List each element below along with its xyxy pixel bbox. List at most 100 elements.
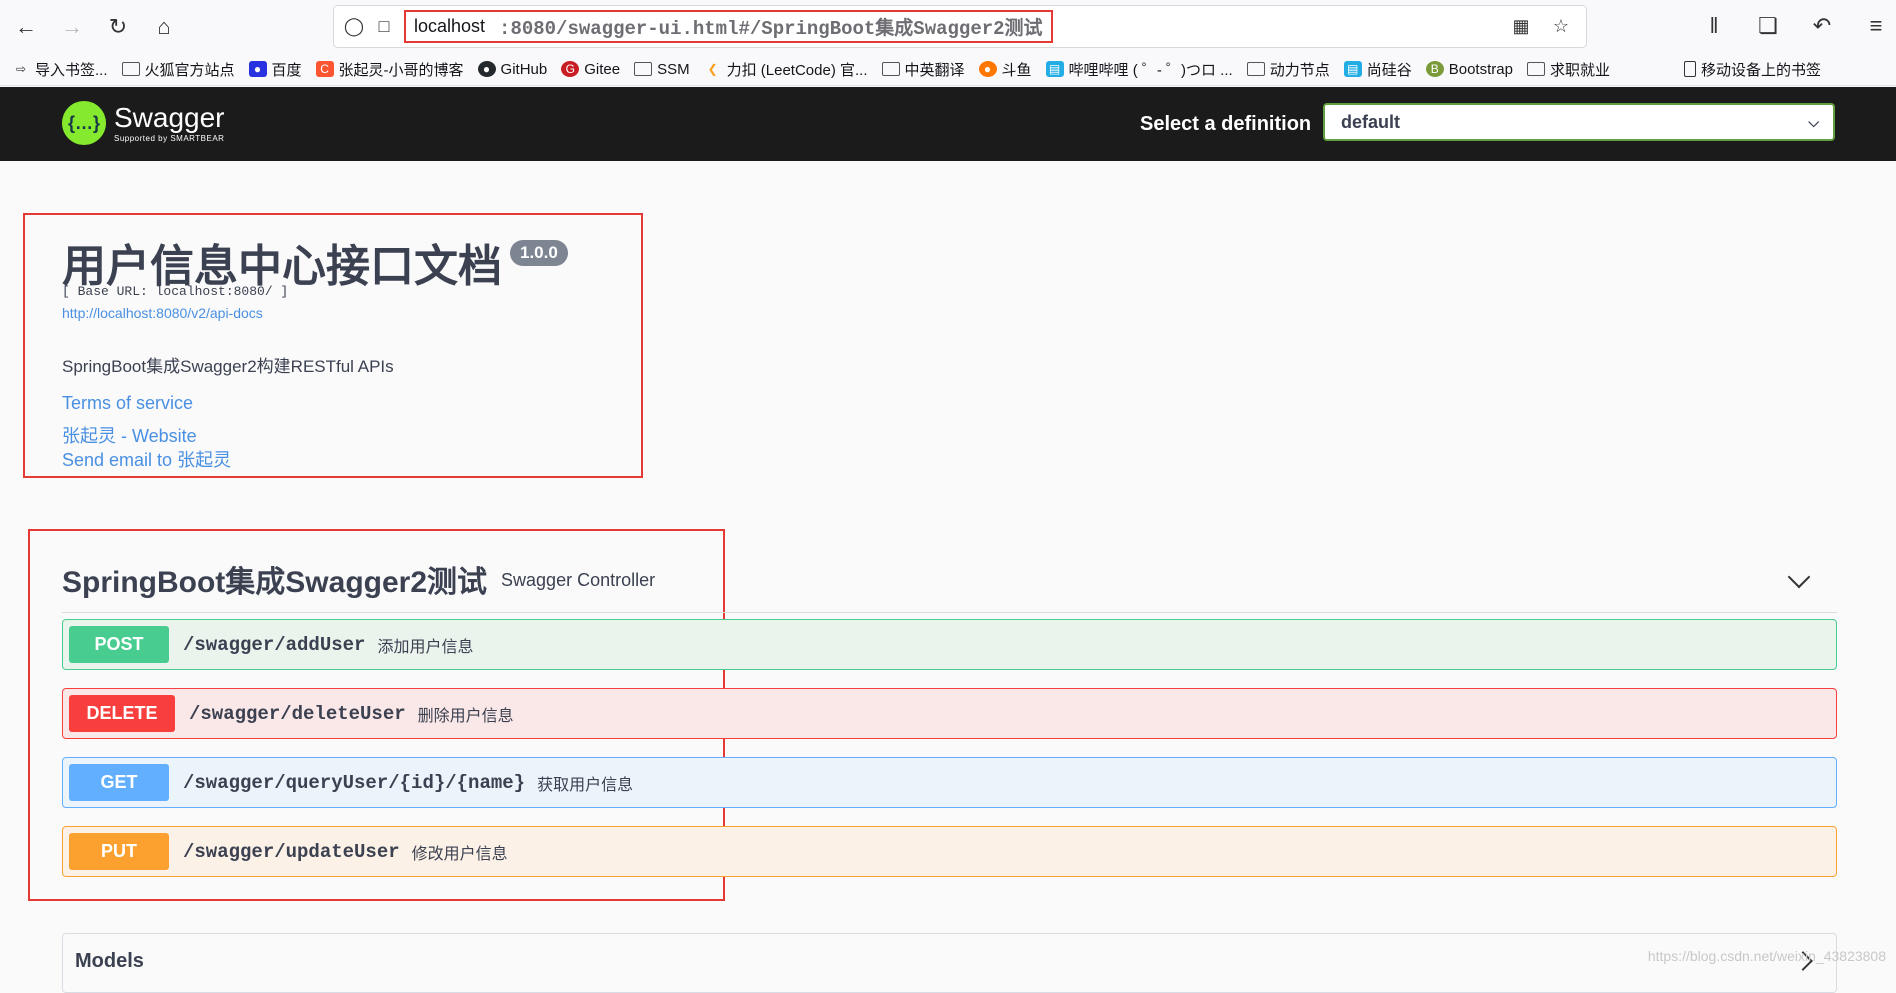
leetcode-icon: ❮	[707, 62, 718, 76]
address-bar[interactable]: ◯ □ localhost:8080/swagger-ui.html#/Spri…	[334, 6, 1586, 47]
back-arrow-icon[interactable]: ←	[6, 7, 46, 47]
library-icon[interactable]: ‖	[1694, 6, 1734, 46]
bookmark-label: SSM	[657, 60, 690, 78]
bookmark-item[interactable]: C 张起灵-小哥的博客	[315, 59, 464, 80]
version-badge: 1.0.0	[510, 240, 568, 266]
bookmark-label: 哔哩哔哩 ( ゜- ゜)つロ ...	[1068, 61, 1233, 79]
bookmark-item[interactable]: SSM	[634, 61, 690, 78]
bootstrap-icon: B	[1425, 61, 1444, 77]
operation-put-updateuser[interactable]: PUT /swagger/updateUser 修改用户信息	[62, 826, 1837, 877]
bilibili-icon: ▤	[1343, 61, 1362, 77]
watermark: https://blog.csdn.net/weixin_43823808	[1647, 948, 1886, 964]
bookmark-label: GitHub	[500, 60, 548, 78]
api-docs-link[interactable]: http://localhost:8080/v2/api-docs	[62, 305, 263, 321]
method-badge: POST	[69, 626, 169, 663]
bookmark-label: 火狐官方站点	[144, 61, 235, 79]
shield-icon[interactable]: ◯	[339, 11, 369, 41]
method-badge: GET	[69, 764, 169, 801]
operation-path: /swagger/addUser	[183, 633, 366, 656]
github-icon: ●	[477, 61, 496, 77]
models-title: Models	[75, 950, 144, 972]
url-text[interactable]: localhost:8080/swagger-ui.html#/SpringBo…	[404, 10, 1053, 43]
bookmark-item[interactable]: ● 百度	[248, 59, 302, 80]
bookmark-label: Bootstrap	[1448, 60, 1513, 78]
bookmark-item[interactable]: ● GitHub	[477, 60, 548, 78]
models-section[interactable]: Models	[62, 933, 1837, 993]
csdn-icon: C	[315, 61, 334, 77]
swagger-logo[interactable]: {…} Swagger Supported by SMARTBEAR	[62, 101, 225, 145]
operation-summary: 修改用户信息	[411, 845, 508, 863]
terms-of-service-link[interactable]: Terms of service	[62, 393, 193, 414]
method-badge: PUT	[69, 833, 169, 870]
bookmark-item[interactable]: G Gitee	[561, 61, 620, 78]
tag-name: SpringBoot集成Swagger2测试	[62, 565, 488, 599]
bookmark-label: 斗鱼	[1001, 61, 1032, 79]
bookmark-item[interactable]: B Bootstrap	[1425, 60, 1513, 78]
folder-icon	[1526, 62, 1545, 76]
qr-code-icon[interactable]: ▦	[1506, 11, 1536, 41]
operation-summary: 获取用户信息	[537, 776, 634, 794]
crop-icon[interactable]: ❏	[1748, 6, 1788, 46]
website-link[interactable]: 张起灵 - Website	[62, 422, 197, 448]
page-icon[interactable]: □	[369, 11, 399, 41]
bookmark-label: 张起灵-小哥的博客	[338, 61, 464, 79]
url-host: localhost	[414, 16, 486, 36]
chevron-down-icon[interactable]	[1787, 565, 1811, 589]
bookmark-item[interactable]: ▤ 尚硅谷	[1343, 59, 1412, 80]
bookmark-item[interactable]: ❮ 力扣 (LeetCode) 官...	[704, 59, 868, 80]
douyu-icon: ●	[978, 61, 997, 77]
tag-header[interactable]: SpringBoot集成Swagger2测试 Swagger Controlle…	[62, 545, 1837, 613]
base-url: [ Base URL: localhost:8080/ ]	[62, 284, 289, 299]
bookmark-item[interactable]: 求职就业	[1526, 59, 1610, 80]
bookmark-item[interactable]: 移动设备上的书签	[1683, 59, 1821, 80]
gitee-icon: G	[561, 61, 580, 77]
reload-icon[interactable]: ↻	[98, 7, 138, 47]
bookmark-label: 力扣 (LeetCode) 官...	[726, 61, 868, 79]
logo-subtitle: Supported by SMARTBEAR	[114, 133, 225, 143]
menu-icon[interactable]: ≡	[1856, 6, 1896, 46]
forward-arrow-icon[interactable]: →	[52, 7, 92, 47]
email-link[interactable]: Send email to 张起灵	[62, 446, 231, 472]
bookmark-item[interactable]: 火狐官方站点	[121, 59, 235, 80]
star-icon[interactable]: ☆	[1546, 11, 1576, 41]
logo-text: Swagger	[114, 101, 225, 133]
definition-select-value: default	[1341, 111, 1401, 132]
info-description: SpringBoot集成Swagger2构建RESTful APIs	[62, 357, 394, 376]
import-icon: ⇨	[15, 62, 27, 76]
bookmark-label: 百度	[271, 61, 302, 79]
folder-icon	[881, 62, 900, 76]
select-definition-label: Select a definition	[1140, 113, 1312, 135]
tag-description: Swagger Controller	[501, 570, 656, 590]
bookmark-item[interactable]: 中英翻译	[881, 59, 965, 80]
baidu-icon: ●	[248, 61, 267, 77]
bookmark-label: 求职就业	[1549, 61, 1610, 79]
method-badge: DELETE	[69, 695, 175, 732]
bookmark-label: 移动设备上的书签	[1700, 61, 1821, 79]
definition-select[interactable]: default ⌵	[1323, 103, 1835, 141]
bookmark-item[interactable]: ● 斗鱼	[978, 59, 1032, 80]
folder-icon	[634, 62, 653, 76]
swagger-logo-icon: {…}	[62, 101, 106, 145]
folder-icon	[121, 62, 140, 76]
operation-path: /swagger/deleteUser	[189, 702, 406, 725]
bookmark-label: Gitee	[584, 60, 621, 78]
home-icon[interactable]: ⌂	[144, 7, 184, 47]
bookmark-item[interactable]: ▤ 哔哩哔哩 ( ゜- ゜)つロ ...	[1045, 59, 1233, 80]
chevron-down-icon: ⌵	[1808, 113, 1819, 130]
operation-path: /swagger/updateUser	[183, 840, 400, 863]
bilibili-icon: ▤	[1045, 61, 1064, 77]
bookmark-item[interactable]: 动力节点	[1246, 59, 1330, 80]
operation-post-adduser[interactable]: POST /swagger/addUser 添加用户信息	[62, 619, 1837, 670]
bookmark-label: 导入书签...	[35, 61, 108, 79]
bookmark-label: 尚硅谷	[1366, 61, 1412, 79]
bookmark-label: 中英翻译	[904, 61, 965, 79]
bookmark-item[interactable]: ⇨ 导入书签...	[12, 59, 108, 80]
operation-summary: 删除用户信息	[417, 707, 514, 725]
browser-toolbar: ← → ↻ ⌂ ◯ □ localhost:8080/swagger-ui.ht…	[0, 0, 1896, 53]
operation-get-queryuser[interactable]: GET /swagger/queryUser/{id}/{name} 获取用户信…	[62, 757, 1837, 808]
operation-delete-deleteuser[interactable]: DELETE /swagger/deleteUser 删除用户信息	[62, 688, 1837, 739]
folder-icon	[1246, 62, 1265, 76]
swagger-topbar: {…} Swagger Supported by SMARTBEAR Selec…	[0, 87, 1896, 161]
bookmarks-bar: ⇨ 导入书签... 火狐官方站点 ● 百度 C 张起灵-小哥的博客 ● GitHub G…	[0, 53, 1896, 86]
undo-icon[interactable]: ↶	[1802, 6, 1842, 46]
